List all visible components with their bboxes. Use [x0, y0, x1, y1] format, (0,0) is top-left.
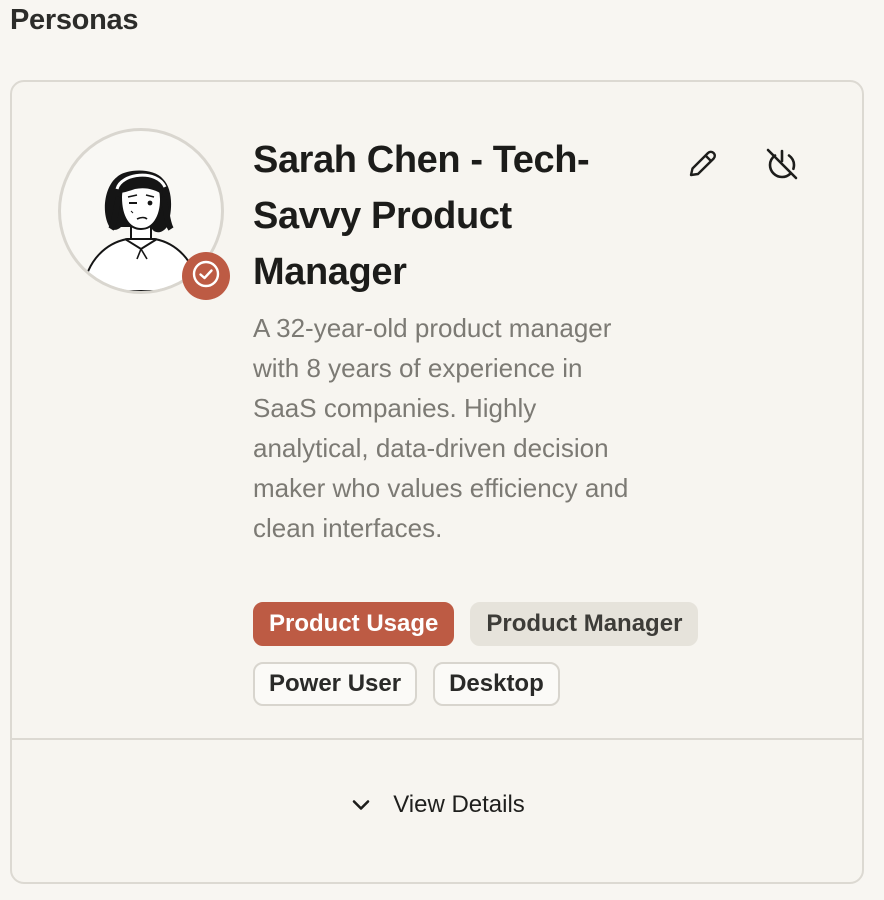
persona-avatar-container	[58, 128, 230, 300]
edit-persona-button[interactable]	[680, 144, 724, 188]
view-details-button[interactable]: View Details	[12, 740, 862, 870]
persona-description: A 32-year-old product manager with 8 yea…	[253, 313, 629, 543]
chevron-down-icon	[349, 793, 373, 817]
tag-product-manager[interactable]: Product Manager	[470, 602, 699, 646]
persona-tags: Product Usage Product Manager Power User…	[253, 602, 723, 706]
persona-card: Sarah Chen - Tech-Savvy Product Manager …	[10, 80, 864, 884]
pencil-icon	[685, 147, 719, 186]
power-off-icon	[764, 146, 800, 187]
view-details-label: View Details	[393, 791, 525, 818]
verified-badge	[182, 252, 230, 300]
persona-name: Sarah Chen - Tech-Savvy Product Manager	[253, 139, 590, 293]
tag-product-usage[interactable]: Product Usage	[253, 602, 455, 646]
tag-desktop[interactable]: Desktop	[433, 662, 560, 706]
tag-power-user[interactable]: Power User	[253, 662, 418, 706]
section-title: Personas	[10, 4, 139, 36]
toggle-persona-button[interactable]	[760, 144, 804, 188]
check-circle-icon	[190, 258, 222, 295]
